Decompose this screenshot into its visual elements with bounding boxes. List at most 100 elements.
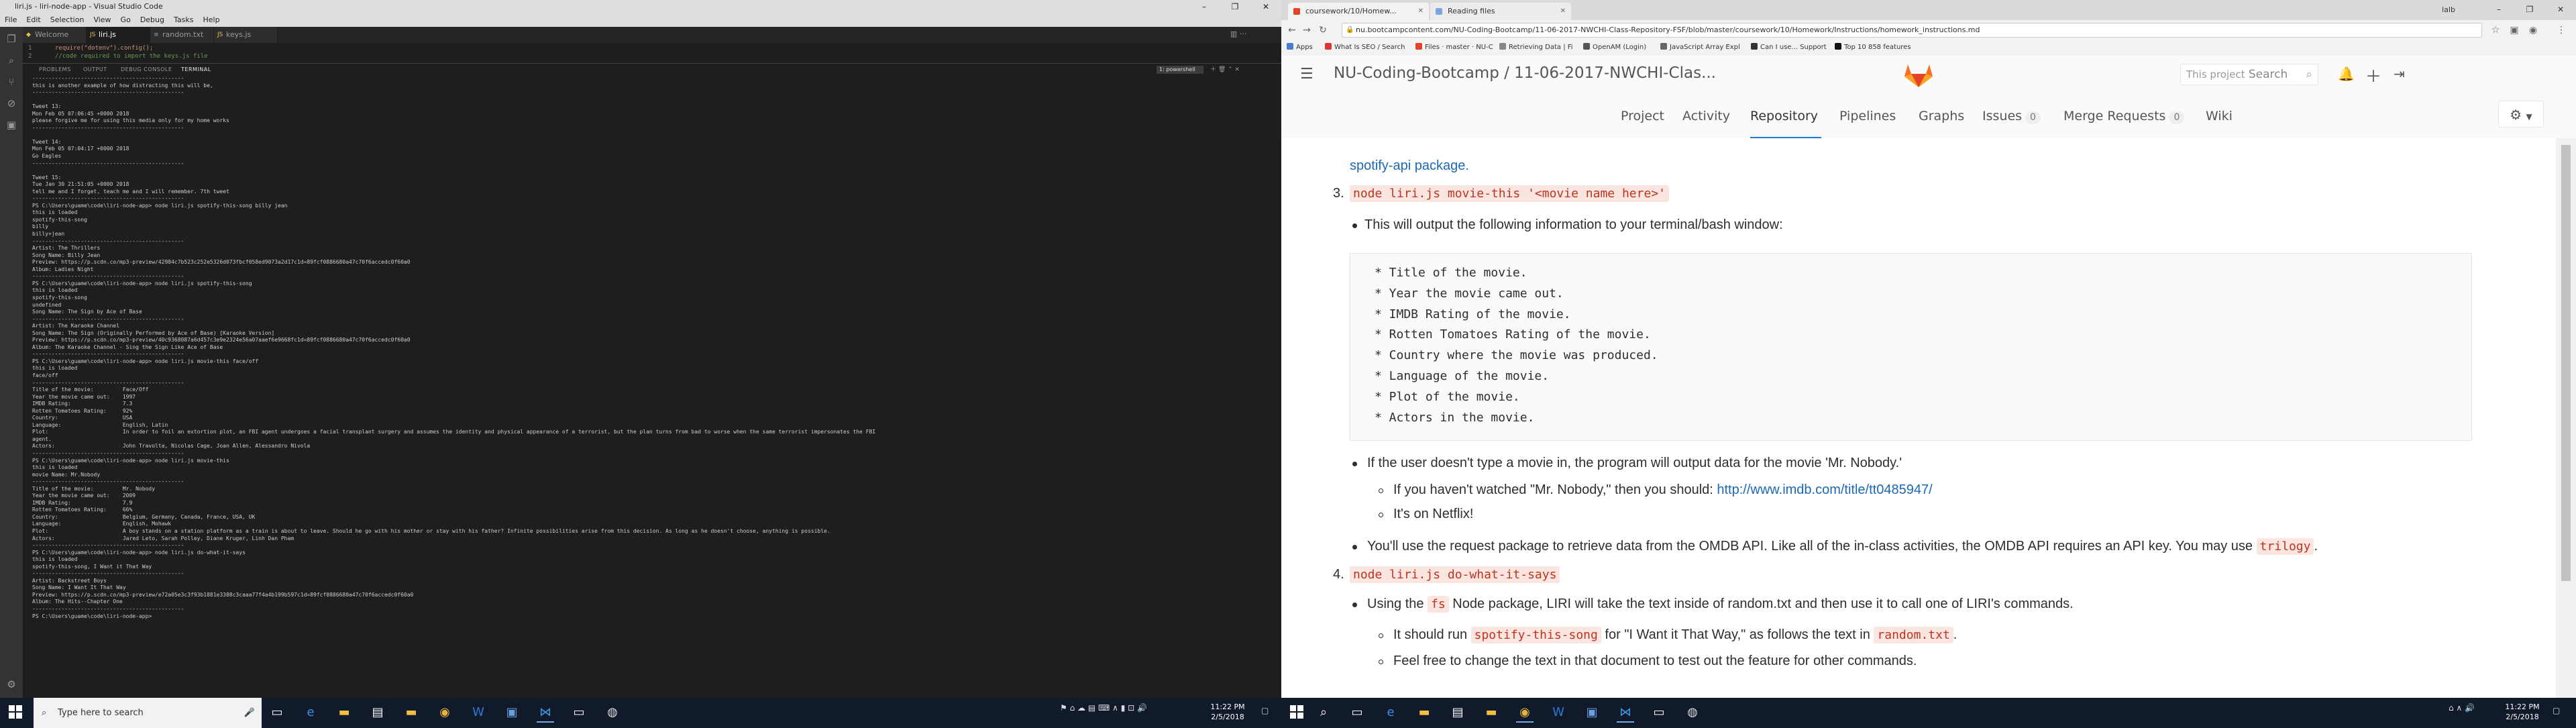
menu-tasks[interactable]: Tasks	[169, 13, 198, 27]
tab-graphs[interactable]: Graphs	[1919, 109, 1964, 123]
terminal-actions-icon[interactable]: ＋ 🗑 ⌃ ✕	[1210, 64, 1240, 76]
search-input[interactable]: This project Search ⌕	[2180, 64, 2318, 85]
tab-output[interactable]: OUTPUT	[83, 64, 107, 76]
tab-debug-console[interactable]: DEBUG CONSOLE	[121, 64, 172, 76]
close-tab-icon[interactable]: ✕	[1418, 3, 1424, 20]
clock[interactable]: 11:22 PM 2/5/2018	[2502, 702, 2542, 722]
chrome-menu-icon[interactable]: ⋮	[2556, 25, 2567, 36]
word-icon[interactable]: W	[1550, 704, 1567, 721]
profile-name[interactable]: lalb	[2442, 5, 2455, 14]
tab-keys-js[interactable]: JS keys.js	[214, 27, 278, 43]
split-editor-icon[interactable]: ▥ ···	[1230, 30, 1246, 38]
terminal-select[interactable]: 1: powershell	[1157, 66, 1203, 74]
browser-tab-reading-files[interactable]: Reading files ✕	[1430, 3, 1571, 20]
bookmark-item[interactable]: Files · master · NU-C	[1415, 40, 1493, 55]
star-icon[interactable]: ☆	[2490, 25, 2501, 36]
app-icon[interactable]: ▣	[503, 704, 521, 721]
task-view-icon[interactable]: ▭	[268, 704, 286, 721]
tab-welcome[interactable]: ◆ Welcome	[23, 27, 87, 43]
address-bar[interactable]: 🔒 nu.bootcampcontent.com/NU-Coding-Bootca…	[1342, 23, 2482, 38]
microphone-icon[interactable]: 🎤	[244, 698, 255, 728]
tab-random-txt[interactable]: ≡ random.txt	[150, 27, 214, 43]
menu-edit[interactable]: Edit	[21, 13, 45, 27]
page-scrollbar[interactable]	[2556, 138, 2576, 698]
word-icon[interactable]: W	[470, 704, 487, 721]
folder-icon[interactable]: ▬	[402, 704, 420, 721]
hamburger-menu-icon[interactable]: ☰	[1300, 66, 1313, 83]
app-icon[interactable]: ◍	[604, 704, 621, 721]
tab-liri-js[interactable]: JS liri.js	[87, 27, 150, 43]
browser-tab-coursework[interactable]: coursework/10/Homew... ✕	[1288, 3, 1429, 20]
plus-icon[interactable]: ＋	[2365, 63, 2381, 87]
tab-merge-requests[interactable]: Merge Requests 0	[2063, 109, 2185, 124]
menu-help[interactable]: Help	[198, 13, 224, 27]
app-icon[interactable]: ◍	[1684, 704, 1701, 721]
settings-gear-icon[interactable]: ⚙	[5, 678, 18, 691]
debug-icon[interactable]: ⊘	[5, 97, 18, 110]
vscode-icon[interactable]: ⋈	[1617, 704, 1634, 723]
search-icon[interactable]: ⌕	[1315, 704, 1332, 721]
bookmark-item[interactable]: OpenAM (Login)	[1583, 40, 1646, 55]
windows-start-icon[interactable]	[8, 705, 23, 719]
notifications-icon[interactable]: ▢	[1261, 706, 1269, 715]
extension-icon[interactable]: ▣	[2509, 25, 2520, 36]
back-icon[interactable]: ←	[1287, 25, 1297, 36]
sign-out-icon[interactable]: ⇥	[2394, 66, 2405, 82]
windows-start-icon[interactable]	[1289, 705, 1304, 719]
taskbar-search-input[interactable]: ⌕ Type here to search 🎤	[34, 698, 262, 728]
gitlab-logo-icon[interactable]	[1902, 62, 1935, 89]
app-icon[interactable]: ▣	[1583, 704, 1601, 721]
imdb-link[interactable]: http://www.imdb.com/title/tt0485947/	[1717, 482, 1932, 497]
minimize-icon[interactable]: –	[1189, 0, 1220, 13]
close-icon[interactable]: ✕	[2545, 0, 2576, 20]
minimize-icon[interactable]: –	[2483, 0, 2514, 20]
system-tray-icons[interactable]: ⚑ ⌂ ☁ ▤ ⌨ ∧ ▮ ⊡ 🔊	[1060, 703, 1147, 713]
notifications-icon[interactable]: ▢	[2553, 706, 2560, 715]
close-icon[interactable]: ✕	[1250, 0, 1281, 13]
extension-icon[interactable]: ◉	[2528, 25, 2538, 36]
menu-debug[interactable]: Debug	[136, 13, 169, 27]
bookmark-item[interactable]: What Is SEO / Search	[1325, 40, 1405, 55]
source-control-icon[interactable]: ⑂	[5, 75, 18, 89]
settings-dropdown[interactable]: ⚙ ▼	[2498, 101, 2544, 127]
terminal-output[interactable]: ----------------------------------------…	[23, 75, 1281, 698]
maximize-icon[interactable]: ❐	[1220, 0, 1250, 13]
code-editor[interactable]: 1 require("dotenv").config(); 2 //code r…	[23, 43, 1281, 63]
spotify-api-link[interactable]: spotify-api package.	[1350, 158, 1469, 174]
menu-file[interactable]: File	[0, 13, 21, 27]
tab-pipelines[interactable]: Pipelines	[1839, 109, 1896, 123]
edge-icon[interactable]: e	[302, 704, 319, 721]
page-title[interactable]: NU-Coding-Bootcamp / 11-06-2017-NWCHI-Cl…	[1334, 64, 1716, 82]
terminal-icon[interactable]: ▭	[570, 704, 588, 721]
chrome-icon[interactable]: ◉	[1516, 704, 1534, 723]
menu-view[interactable]: View	[89, 13, 115, 27]
tab-problems[interactable]: PROBLEMS	[39, 64, 71, 76]
terminal-icon[interactable]: ▭	[1650, 704, 1668, 721]
folder-icon[interactable]: ▬	[1483, 704, 1500, 721]
tab-activity[interactable]: Activity	[1682, 109, 1730, 123]
bell-icon[interactable]: 🔔	[2338, 66, 2355, 82]
menu-go[interactable]: Go	[116, 13, 136, 27]
tab-wiki[interactable]: Wiki	[2206, 109, 2233, 123]
reload-icon[interactable]: ↻	[1318, 25, 1328, 36]
bookmark-item[interactable]: Can I use... Support	[1751, 40, 1827, 55]
file-explorer-icon[interactable]: ▬	[335, 704, 353, 721]
tab-issues[interactable]: Issues 0	[1982, 109, 2041, 124]
tab-project[interactable]: Project	[1621, 109, 1664, 123]
explorer-icon[interactable]: ❐	[5, 32, 18, 46]
vscode-icon[interactable]: ⋈	[537, 704, 554, 723]
system-tray-icons[interactable]: ⌂ ∧ 🔊	[2449, 703, 2475, 713]
clock[interactable]: 11:22 PM 2/5/2018	[1208, 702, 1248, 722]
close-tab-icon[interactable]: ✕	[1560, 3, 1566, 20]
file-explorer-icon[interactable]: ▬	[1415, 704, 1433, 721]
task-view-icon[interactable]: ▭	[1348, 704, 1366, 721]
store-icon[interactable]: ▤	[369, 704, 386, 721]
bookmark-item[interactable]: Top 10 858 features	[1835, 40, 1911, 55]
menu-selection[interactable]: Selection	[46, 13, 89, 27]
bookmark-apps[interactable]: Apps	[1287, 40, 1313, 55]
store-icon[interactable]: ▤	[1449, 704, 1466, 721]
bookmark-item[interactable]: Retrieving Data | Fi	[1499, 40, 1573, 55]
scrollbar-thumb[interactable]	[2561, 145, 2571, 581]
edge-icon[interactable]: e	[1382, 704, 1399, 721]
bookmark-item[interactable]: JavaScript Array Expl	[1660, 40, 1740, 55]
